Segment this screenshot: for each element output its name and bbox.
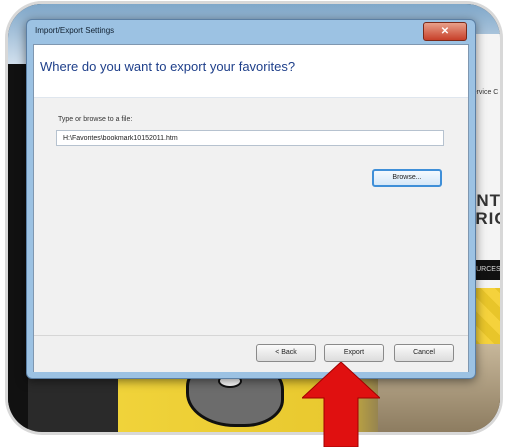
export-button[interactable]: Export xyxy=(324,344,384,362)
close-button[interactable]: ✕ xyxy=(423,22,467,41)
import-export-dialog: Import/Export Settings ✕ Where do you wa… xyxy=(26,19,476,379)
file-path-input[interactable] xyxy=(56,130,444,146)
dialog-heading: Where do you want to export your favorit… xyxy=(40,59,296,74)
close-icon: ✕ xyxy=(440,26,450,37)
dialog-header: Where do you want to export your favorit… xyxy=(34,45,468,98)
screenshot-frame: Service C ENT TRICT SOURCES Import/Expor… xyxy=(8,4,500,432)
file-path-label: Type or browse to a file: xyxy=(58,116,133,123)
dialog-client-area: Where do you want to export your favorit… xyxy=(33,44,469,372)
dialog-footer: < Back Export Cancel xyxy=(34,335,468,372)
browse-button[interactable]: Browse... xyxy=(372,169,442,187)
dialog-titlebar[interactable]: Import/Export Settings ✕ xyxy=(27,20,475,44)
cancel-button[interactable]: Cancel xyxy=(394,344,454,362)
left-shadow xyxy=(8,64,28,432)
back-button[interactable]: < Back xyxy=(256,344,316,362)
dialog-title: Import/Export Settings xyxy=(35,26,115,35)
up-arrow-icon xyxy=(302,362,380,447)
